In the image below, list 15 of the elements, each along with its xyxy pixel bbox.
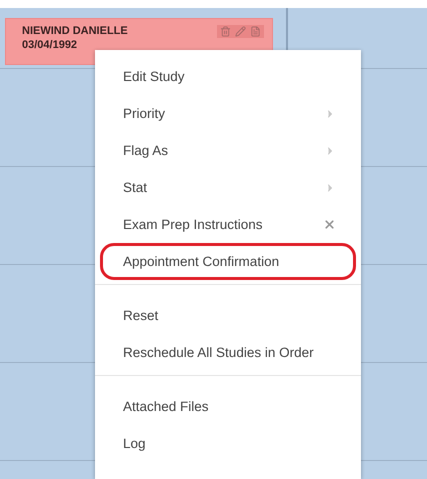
menu-item[interactable]: Log: [100, 425, 356, 462]
menu-item[interactable]: Reset: [100, 297, 356, 334]
menu-item[interactable]: Priority: [100, 95, 356, 132]
close-icon[interactable]: [323, 218, 336, 231]
document-icon[interactable]: [250, 26, 261, 37]
patient-date: 03/04/1992: [22, 39, 78, 51]
menu-item[interactable]: Exam Prep Instructions: [100, 206, 356, 243]
pencil-icon[interactable]: [235, 26, 246, 37]
trash-icon[interactable]: [220, 26, 231, 37]
patient-name: NIEWIND DANIELLE: [22, 25, 128, 37]
menu-item[interactable]: Flag As: [100, 132, 356, 169]
menu-item[interactable]: Attached Files: [100, 388, 356, 425]
menu-item[interactable]: Reschedule All Studies in Order: [100, 334, 356, 371]
menu-item[interactable]: Appointment Confirmation: [100, 243, 356, 280]
menu-item[interactable]: Stat: [100, 169, 356, 206]
